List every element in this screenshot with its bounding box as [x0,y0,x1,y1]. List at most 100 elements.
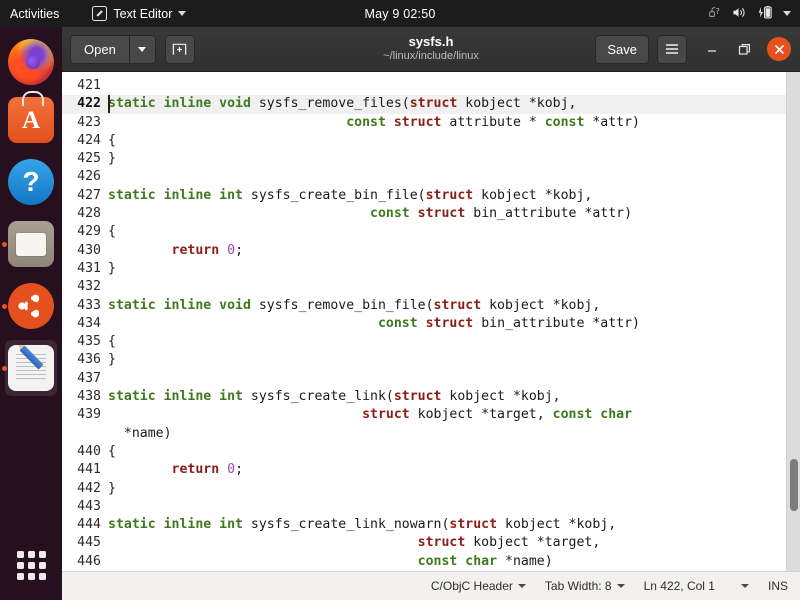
show-applications-button[interactable] [0,542,62,588]
chevron-down-icon [783,11,791,16]
insert-mode-indicator[interactable]: INS [768,579,788,593]
minimize-icon [705,42,719,56]
activities-button[interactable]: Activities [0,0,68,27]
headerbar-right-controls: Save [595,34,794,64]
open-dropdown-button[interactable] [129,35,156,64]
network-vpn-icon: ? [708,5,723,23]
cursor-position-label: Ln 422, Col 1 [644,579,715,593]
line-number [62,425,108,443]
dock-item-firefox[interactable] [0,31,62,93]
open-button[interactable]: Open [70,35,129,64]
code-line: 444static inline int sysfs_create_link_n… [62,516,786,534]
language-label: C/ObjC Header [431,579,513,593]
app-menu-button[interactable]: Text Editor [92,0,186,27]
status-bar: C/ObjC Header Tab Width: 8 Ln 422, Col 1… [62,571,800,600]
save-button-label: Save [607,42,637,57]
line-number: 423 [62,114,108,132]
line-text: } [108,480,786,498]
line-number: 424 [62,132,108,150]
line-text: struct kobject *target, [108,534,786,552]
code-line: 440{ [62,443,786,461]
gnome-top-panel: Activities Text Editor May 9 02:50 ? [0,0,800,27]
new-tab-icon [171,41,188,58]
save-button[interactable]: Save [595,35,649,64]
code-line: 434 const struct bin_attribute *attr) [62,315,786,333]
line-number: 431 [62,260,108,278]
system-status-area[interactable]: ? [708,5,791,23]
tab-width-selector[interactable]: Tab Width: 8 [545,579,625,593]
text-editor-window: Open sysfs.h ~/linux/include/linux Save [62,27,800,600]
code-line: 445 struct kobject *target, [62,534,786,552]
cursor-position[interactable]: Ln 422, Col 1 [644,579,749,593]
code-line: 422static inline void sysfs_remove_files… [62,95,786,113]
battery-charging-icon [757,5,774,23]
chevron-down-icon [178,11,186,16]
line-number: 439 [62,406,108,424]
editor-area: 421422static inline void sysfs_remove_fi… [62,72,800,571]
line-number: 426 [62,168,108,186]
scrollbar-thumb[interactable] [790,459,798,511]
line-number: 442 [62,480,108,498]
line-text: *name) [108,425,786,443]
code-line: 438static inline int sysfs_create_link(s… [62,388,786,406]
code-line: 435{ [62,333,786,351]
code-line: 441 return 0; [62,461,786,479]
line-text: { [108,443,786,461]
dock-item-ubuntu-software[interactable]: A [0,89,62,151]
code-line: 439 struct kobject *target, const char [62,406,786,424]
dock-item-text-editor[interactable] [0,337,62,399]
source-code-view[interactable]: 421422static inline void sysfs_remove_fi… [62,72,786,571]
close-button[interactable] [767,37,791,61]
code-line: 428 const struct bin_attribute *attr) [62,205,786,223]
app-menu-label: Text Editor [113,7,172,21]
line-text: return 0; [108,242,786,260]
language-selector[interactable]: C/ObjC Header [431,579,526,593]
window-headerbar: Open sysfs.h ~/linux/include/linux Save [62,27,800,72]
code-line: 427static inline int sysfs_create_bin_fi… [62,187,786,205]
line-number: 434 [62,315,108,333]
minimize-button[interactable] [697,34,727,64]
ubuntu-logo-icon [8,283,54,329]
code-line: 436} [62,351,786,369]
code-line: 425} [62,150,786,168]
line-text: static inline void sysfs_remove_bin_file… [108,297,786,315]
dock-item-help[interactable]: ? [0,151,62,213]
line-text [108,278,786,296]
main-menu-button[interactable] [657,35,687,64]
chevron-down-icon [518,584,526,588]
line-text [108,498,786,516]
dock-item-ubuntu[interactable] [0,275,62,337]
vertical-scrollbar[interactable] [786,72,800,571]
line-text [108,168,786,186]
line-number: 435 [62,333,108,351]
line-text: const struct attribute * const *attr) [108,114,786,132]
line-number: 433 [62,297,108,315]
chevron-down-icon [138,47,146,52]
line-number: 430 [62,242,108,260]
running-indicator [2,366,7,371]
line-number: 444 [62,516,108,534]
line-number: 438 [62,388,108,406]
line-text: } [108,351,786,369]
line-number: 446 [62,553,108,571]
line-text: static inline int sysfs_create_link(stru… [108,388,786,406]
line-number: 429 [62,223,108,241]
insert-mode-label: INS [768,579,788,593]
dock-item-files[interactable] [0,213,62,275]
code-line: 426 [62,168,786,186]
tab-width-label: Tab Width: 8 [545,579,612,593]
text-editor-icon [92,6,107,21]
hamburger-menu-icon [664,42,680,56]
code-line: 429{ [62,223,786,241]
code-line: 446 const char *name) [62,553,786,571]
chevron-down-icon [741,584,749,588]
line-number: 445 [62,534,108,552]
volume-icon [732,5,748,23]
line-number: 432 [62,278,108,296]
new-tab-button[interactable] [165,35,195,64]
code-line: 432 [62,278,786,296]
line-text: static inline int sysfs_create_link_nowa… [108,516,786,534]
line-text [108,370,786,388]
files-icon [8,221,54,267]
maximize-button[interactable] [729,34,759,64]
